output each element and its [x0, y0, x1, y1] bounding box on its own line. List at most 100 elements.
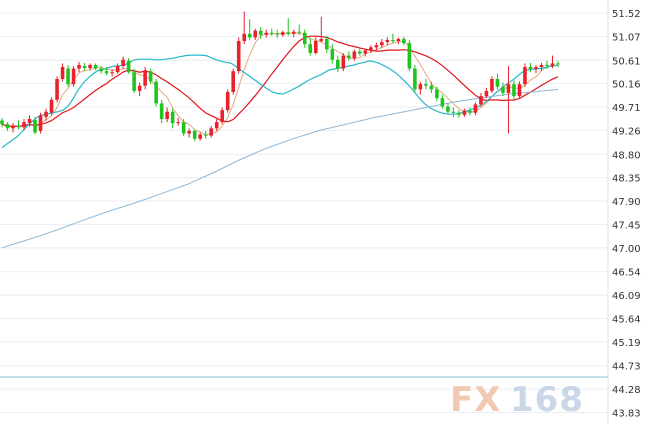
- candle-body: [198, 134, 202, 139]
- candle-body: [0, 120, 4, 125]
- candle-body: [534, 67, 538, 70]
- candle-body: [242, 33, 247, 42]
- candle-body: [324, 38, 329, 50]
- candle-body: [556, 63, 560, 65]
- candle-body: [495, 78, 500, 87]
- candle-body: [126, 60, 131, 73]
- y-tick-label: 47.00: [612, 244, 641, 255]
- candle-body: [225, 91, 230, 111]
- candle-body: [16, 125, 21, 128]
- candle-body: [424, 84, 428, 86]
- candle-body: [115, 65, 120, 73]
- candle-body: [501, 86, 505, 94]
- candle-body: [539, 64, 544, 68]
- y-tick-label: 44.73: [612, 362, 641, 373]
- y-tick-label: 50.61: [612, 56, 641, 67]
- candle-body: [369, 47, 373, 51]
- candle-body: [181, 122, 186, 134]
- candle-body: [5, 124, 10, 129]
- y-tick-label: 51.07: [612, 32, 641, 43]
- candle-body: [517, 84, 522, 97]
- candle-body: [269, 32, 274, 34]
- candle-body: [66, 68, 70, 85]
- candle-body: [27, 118, 32, 124]
- y-tick-label: 48.35: [612, 174, 641, 185]
- candle-body: [336, 59, 340, 69]
- candle-body: [159, 103, 164, 119]
- fx168-watermark: FX 168: [450, 380, 584, 420]
- candle-body: [402, 38, 406, 44]
- y-tick-label: 46.54: [612, 268, 641, 279]
- candle-body: [154, 81, 158, 104]
- logo-fx-text: FX: [450, 380, 501, 420]
- grid-layer: [0, 0, 609, 424]
- y-tick-label: 46.09: [612, 291, 641, 302]
- candle-body: [143, 70, 147, 86]
- candle-body: [203, 134, 208, 136]
- candle-body: [93, 64, 98, 69]
- candle-body: [192, 130, 197, 139]
- y-tick-label: 47.45: [612, 220, 641, 231]
- candle-body: [187, 130, 191, 134]
- candle-body: [330, 49, 335, 60]
- candle-body: [44, 111, 48, 117]
- candle-body: [291, 31, 296, 34]
- candle-body: [528, 67, 533, 70]
- candle-body: [407, 43, 412, 69]
- candle-body: [231, 71, 236, 92]
- ma10-line: [1, 54, 559, 149]
- candle-body: [121, 59, 125, 66]
- candle-body: [512, 84, 516, 97]
- candle-body: [313, 41, 318, 54]
- candle-body: [148, 71, 153, 82]
- candle-body: [104, 71, 109, 74]
- y-tick-label: 49.26: [612, 126, 641, 137]
- candle-body: [319, 38, 324, 42]
- chart-svg: FX 168 51.52 51.07 50.61 50.16 49.71 49.26 48.…: [0, 0, 641, 424]
- candle-body: [484, 90, 489, 97]
- candle-body: [468, 110, 472, 113]
- candle-body: [110, 72, 114, 74]
- candle-body: [352, 51, 357, 59]
- candle-body: [297, 31, 302, 33]
- candle-body: [236, 41, 241, 72]
- candle-body: [435, 89, 439, 99]
- y-tick-label: 43.83: [612, 409, 641, 420]
- y-tick-label: 51.52: [612, 9, 641, 20]
- moving-average-layer: [1, 32, 559, 249]
- candle-body: [363, 50, 368, 54]
- candle-body: [258, 30, 263, 35]
- candle-body: [275, 33, 280, 35]
- candle-body: [170, 111, 175, 124]
- candle-body: [220, 110, 224, 123]
- candle-body: [165, 111, 169, 119]
- candle-body: [457, 112, 461, 115]
- candle-body: [99, 68, 103, 72]
- candle-body: [88, 64, 92, 69]
- candle-body: [176, 122, 180, 124]
- logo-168-text: 168: [510, 380, 584, 420]
- candle-body: [60, 67, 65, 79]
- candle-body: [286, 32, 291, 34]
- price-chart: FX 168 51.52 51.07 50.61 50.16 49.71 49.26 48.…: [0, 0, 654, 424]
- candle-body: [545, 64, 549, 66]
- candle-body: [308, 44, 313, 54]
- candle-body: [506, 84, 511, 94]
- candle-body: [385, 40, 390, 43]
- candle-body: [280, 32, 285, 35]
- candle-body: [33, 120, 37, 133]
- candle-body: [77, 64, 81, 69]
- candle-body: [413, 68, 417, 90]
- candle-body: [523, 67, 527, 85]
- candle-body: [302, 32, 307, 45]
- candle-body: [451, 111, 456, 113]
- candle-body: [49, 99, 54, 113]
- candlestick-layer: [0, 11, 560, 142]
- candle-body: [55, 78, 59, 100]
- candle-body: [132, 72, 136, 91]
- candle-body: [347, 55, 351, 59]
- candle-body: [11, 125, 15, 129]
- candle-body: [214, 122, 219, 129]
- y-tick-label: 48.80: [612, 150, 641, 161]
- candle-body: [550, 63, 555, 66]
